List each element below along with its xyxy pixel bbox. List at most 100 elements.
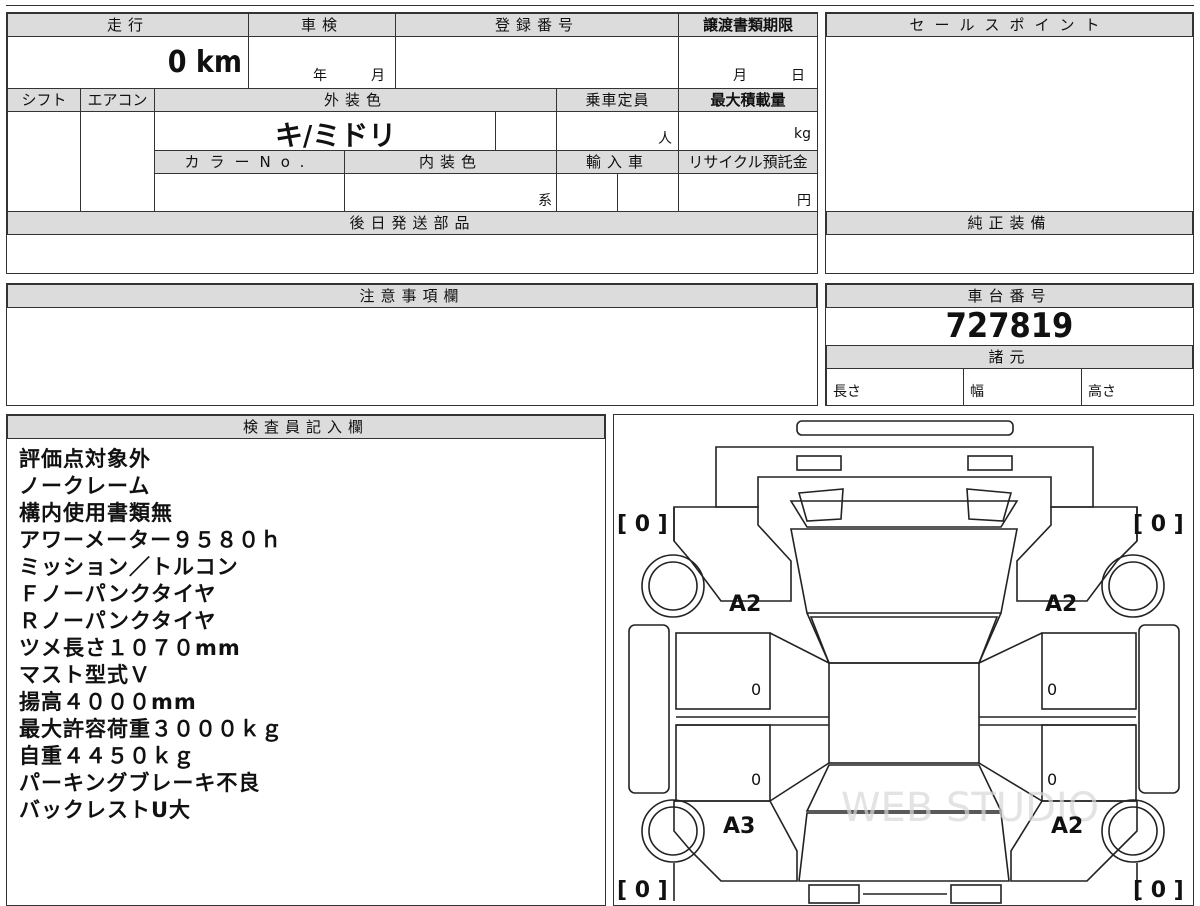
max-load-header: 最大積載量 xyxy=(678,88,818,112)
tire-rear-left xyxy=(641,799,705,863)
rear-bumper-right xyxy=(950,884,1002,904)
mark-rear-right: A2 xyxy=(1051,814,1083,839)
transfer-deadline-header: 譲渡書類期限 xyxy=(678,13,818,37)
max-load-unit: kg xyxy=(794,126,811,142)
sales-point-header: セールスポイント xyxy=(826,13,1193,37)
width-label: 幅 xyxy=(970,384,984,400)
inspector-line: マスト型式Ｖ xyxy=(19,663,151,687)
registration-header: 登録番号 xyxy=(395,13,679,37)
mileage-cell: 0 km xyxy=(7,36,249,89)
sales-point-panel: セールスポイント 純正装備 xyxy=(825,12,1194,274)
recycle-cell: 円 xyxy=(678,173,818,212)
inspector-line: 自重４４５０ｋｇ xyxy=(19,744,195,768)
shift-cell xyxy=(7,111,81,212)
mark-rear-left: A3 xyxy=(723,814,755,839)
tire-rear-right xyxy=(1101,799,1165,863)
exterior-color-cell: キ/ミドリ xyxy=(154,111,496,152)
capacity-cell: 人 xyxy=(556,111,679,151)
inspector-line: ツメ長さ１０７０mm xyxy=(19,636,241,660)
aircon-header: エアコン xyxy=(80,88,155,112)
length-cell: 長さ xyxy=(826,368,964,406)
inspector-line: Ｆノーパンクタイヤ xyxy=(19,582,217,606)
door-mark-rr: 0 xyxy=(1047,770,1057,789)
transfer-day: 日 xyxy=(791,68,805,84)
vehicle-diagram: WEB STUDIO [ 0 ] [ 0 ] [ 0 ] [ 0 ] A2 A2… xyxy=(617,420,1184,904)
cowl xyxy=(809,616,999,664)
tire-front-left xyxy=(641,554,705,618)
inspector-header: 検査員記入欄 xyxy=(7,415,605,439)
inspector-line: パーキングブレーキ不良 xyxy=(19,771,261,795)
width-cell: 幅 xyxy=(963,368,1082,406)
inspector-line: Ｒノーパンクタイヤ xyxy=(19,609,217,633)
mark-front-right: A2 xyxy=(1045,592,1077,617)
inspector-line: 構内使用書類無 xyxy=(19,501,173,525)
rear-bumper-left xyxy=(808,884,860,904)
recycle-unit: 円 xyxy=(797,193,811,209)
inspection-cell: 年 月 xyxy=(248,36,396,89)
import-cell-b xyxy=(617,173,679,212)
inspection-year: 年 xyxy=(313,68,327,84)
vehicle-info-table: 走行 車検 登録番号 譲渡書類期限 0 km 年 月 月 日 シフト エアコン … xyxy=(6,12,818,274)
mark-front-left: A2 xyxy=(729,592,761,617)
inspector-line: ミッション／トルコン xyxy=(19,555,239,579)
aircon-cell xyxy=(80,111,155,212)
max-load-cell: kg xyxy=(678,111,818,151)
tire-rear-left-inner xyxy=(648,806,698,856)
inspector-line: 揚高４０００mm xyxy=(19,690,197,714)
recycle-header: リサイクル預託金 xyxy=(678,150,818,174)
front-bumper xyxy=(796,420,1014,436)
tire-front-left-inner xyxy=(648,561,698,611)
later-parts-header: 後日発送部品 xyxy=(7,211,818,235)
bracket-bottom-left: [ 0 ] xyxy=(617,878,668,903)
inspection-header: 車検 xyxy=(248,13,396,37)
chassis-number-value: 727819 xyxy=(945,306,1074,346)
exterior-color-extra-cell xyxy=(495,111,557,151)
roof xyxy=(828,662,980,764)
transfer-cell: 月 日 xyxy=(678,36,818,89)
height-label: 高さ xyxy=(1088,384,1116,400)
pillar-fr xyxy=(978,612,1002,664)
inspector-line: ノークレーム xyxy=(19,474,151,498)
inspector-line: 評価点対象外 xyxy=(19,447,151,471)
fender-right xyxy=(1016,506,1138,602)
inspector-line: バックレストU大 xyxy=(19,798,192,822)
height-cell: 高さ xyxy=(1081,368,1194,406)
side-panel-right xyxy=(1138,624,1180,794)
registration-cell xyxy=(395,36,679,89)
tire-front-right xyxy=(1101,554,1165,618)
capacity-header: 乗車定員 xyxy=(556,88,679,112)
door-mark-rl: 0 xyxy=(751,770,761,789)
genuine-equipment-header: 純正装備 xyxy=(826,211,1193,235)
windshield-inner-left xyxy=(797,488,844,522)
import-cell-a xyxy=(556,173,618,212)
pillar-fl xyxy=(806,612,830,664)
exterior-color-value: キ/ミドリ xyxy=(275,119,397,152)
interior-suffix: 系 xyxy=(538,193,552,209)
bracket-top-left: [ 0 ] xyxy=(617,512,668,537)
inspector-panel: 検査員記入欄 評価点対象外 ノークレーム 構内使用書類無 アワーメーター９５８０… xyxy=(6,414,606,906)
mileage-header: 走行 xyxy=(7,13,249,37)
inspection-month: 月 xyxy=(371,68,385,84)
rear-fender-left xyxy=(673,800,798,882)
mileage-value: 0 km xyxy=(167,45,242,80)
inspector-line: アワーメーター９５８０ｈ xyxy=(19,528,283,552)
vehicle-diagram-panel: WEB STUDIO [ 0 ] [ 0 ] [ 0 ] [ 0 ] A2 A2… xyxy=(613,414,1194,906)
fender-left xyxy=(673,506,792,602)
windshield xyxy=(789,500,1019,528)
tire-front-right-inner xyxy=(1108,561,1158,611)
transfer-month: 月 xyxy=(733,68,747,84)
headlight-right xyxy=(967,455,1013,471)
door-rear-left xyxy=(675,724,771,802)
specs-header: 諸元 xyxy=(826,345,1193,369)
door-mark-fl: 0 xyxy=(751,680,761,699)
hood xyxy=(790,528,1018,614)
front-body-outline xyxy=(715,446,1094,508)
bracket-top-right: [ 0 ] xyxy=(1133,512,1184,537)
top-strip xyxy=(6,0,1194,6)
headlight-left xyxy=(796,455,842,471)
interior-color-cell: 系 xyxy=(344,173,557,212)
notes-panel: 注意事項欄 xyxy=(6,283,818,406)
import-header: 輸入車 xyxy=(556,150,679,174)
shift-header: シフト xyxy=(7,88,81,112)
color-no-header: カラーNo. xyxy=(154,150,345,174)
